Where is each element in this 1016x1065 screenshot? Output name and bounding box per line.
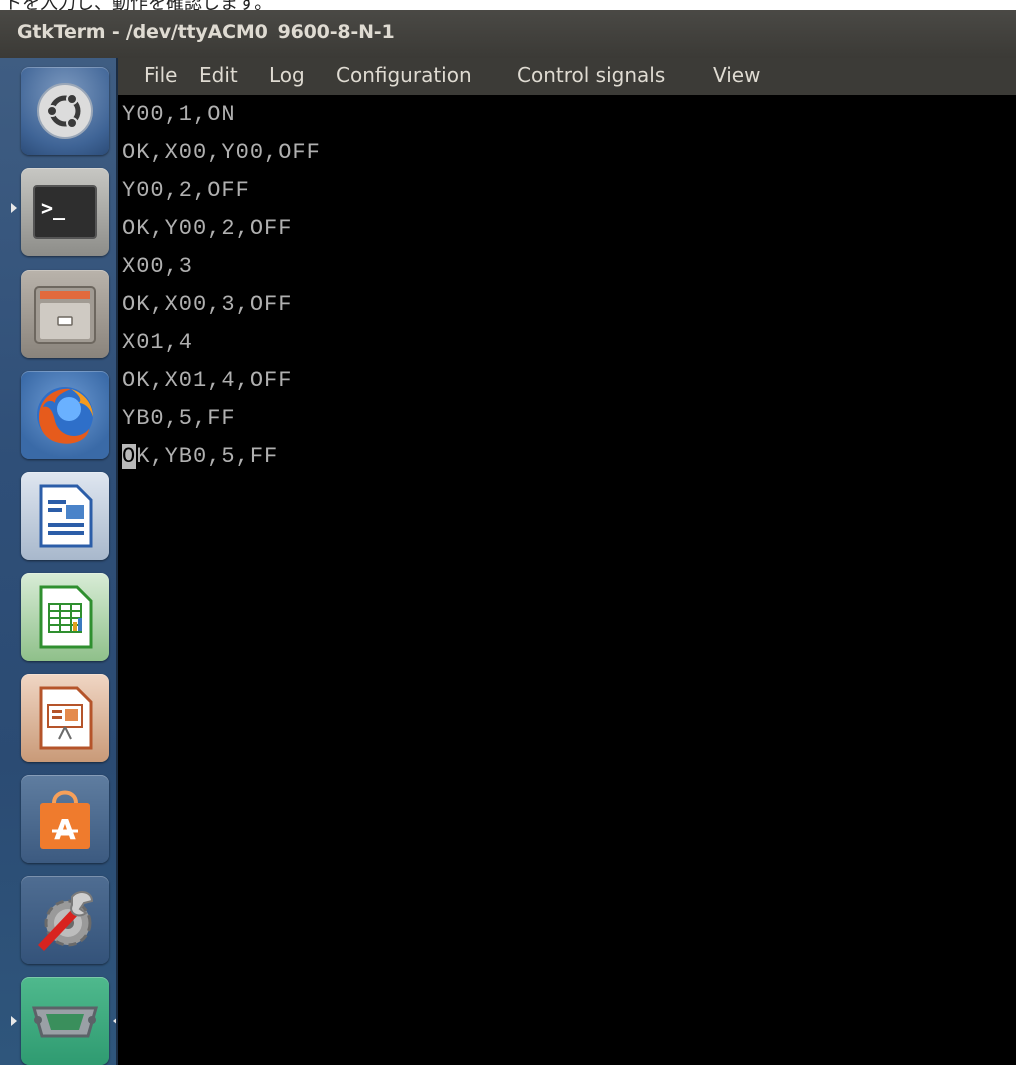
terminal-line: OK,X01,4,OFF — [122, 368, 293, 393]
launcher-item-firefox[interactable] — [21, 371, 109, 459]
terminal-line: YB0,5,FF — [122, 406, 236, 431]
menu-log[interactable]: Log — [269, 63, 305, 87]
caption-text: トを入力し、動作を確認します。 — [4, 0, 272, 10]
window-titlebar[interactable]: GtkTerm - /dev/ttyACM0 9600-8-N-1 — [0, 10, 1016, 58]
launcher-item-settings[interactable] — [21, 876, 109, 964]
launcher-item-software-center[interactable]: A — [21, 775, 109, 863]
menu-control-signals[interactable]: Control signals — [517, 63, 665, 87]
launcher-item-files[interactable] — [21, 270, 109, 358]
software-center-icon: A — [40, 790, 90, 849]
launcher-item-impress[interactable] — [21, 674, 109, 762]
launcher-item-dash[interactable] — [21, 67, 109, 155]
running-indicator — [11, 203, 17, 213]
svg-text:>_: >_ — [41, 196, 66, 220]
menu-view[interactable]: View — [713, 63, 760, 87]
terminal-icon: >_ — [33, 185, 97, 239]
terminal-line: OK,X00,Y00,OFF — [122, 140, 321, 165]
terminal-line-rest: K,YB0,5,FF — [136, 444, 279, 469]
firefox-icon — [37, 387, 93, 444]
launcher-item-calc[interactable] — [21, 573, 109, 661]
terminal-output[interactable]: Y00,1,ON OK,X00,Y00,OFF Y00,2,OFF OK,Y00… — [118, 95, 1016, 1065]
impress-icon — [39, 686, 93, 750]
window-title-params: 9600-8-N-1 — [277, 21, 395, 43]
launcher-item-terminal[interactable]: >_ — [21, 168, 109, 256]
menu-edit[interactable]: Edit — [199, 63, 238, 87]
terminal-line-current: OK,YB0,5,FF — [122, 438, 278, 476]
file-manager-icon — [34, 286, 96, 344]
menu-configuration[interactable]: Configuration — [336, 63, 472, 87]
terminal-line: X00,3 — [122, 254, 194, 279]
calc-icon — [39, 585, 93, 649]
terminal-line: Y00,2,OFF — [122, 178, 250, 203]
running-indicator — [11, 1016, 17, 1026]
menu-bar: File Edit Log Configuration Control sign… — [118, 58, 1016, 95]
page-caption: トを入力し、動作を確認します。 — [0, 0, 1016, 10]
serial-port-icon — [32, 1006, 98, 1038]
menu-file[interactable]: File — [144, 63, 177, 87]
terminal-line: OK,X00,3,OFF — [122, 292, 293, 317]
terminal-line: Y00,1,ON — [122, 102, 236, 127]
window-title: GtkTerm - /dev/ttyACM0 9600-8-N-1 — [17, 21, 395, 43]
ubuntu-dash-icon — [37, 83, 93, 139]
text-cursor: O — [122, 444, 137, 469]
writer-icon — [39, 484, 93, 548]
launcher-item-writer[interactable] — [21, 472, 109, 560]
terminal-line: X01,4 — [122, 330, 194, 355]
window-title-text: GtkTerm - /dev/ttyACM0 — [17, 21, 268, 43]
launcher: >_ — [0, 58, 118, 1065]
terminal-line: OK,Y00,2,OFF — [122, 216, 293, 241]
launcher-item-gtkterm[interactable] — [21, 977, 109, 1065]
system-settings-icon — [38, 891, 94, 951]
